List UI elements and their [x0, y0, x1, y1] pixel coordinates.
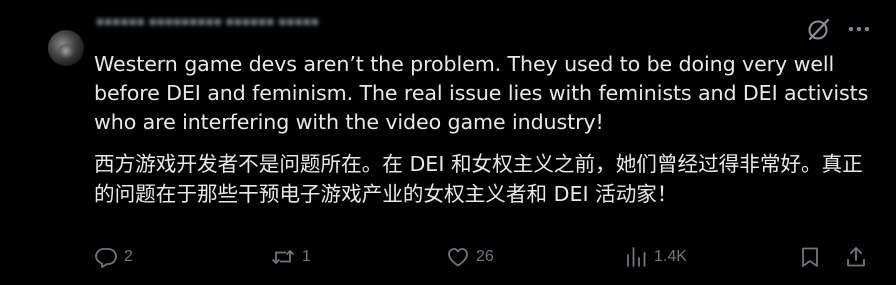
author-name-blurred[interactable]: ▪▪▪▪▪▪ ▪▪▪▪▪▪▪▪▪ ▪▪▪▪▪▪ ▪▪▪▪▪: [96, 14, 356, 30]
views-count: 1.4K: [654, 248, 687, 265]
like-icon: [446, 245, 470, 269]
bookmark-button[interactable]: [798, 243, 822, 271]
post[interactable]: ▪▪▪▪▪▪ ▪▪▪▪▪▪▪▪▪ ▪▪▪▪▪▪ ▪▪▪▪▪ Western ga…: [0, 0, 896, 285]
like-count: 26: [476, 248, 494, 265]
share-icon: [844, 245, 868, 269]
grok-icon[interactable]: [806, 16, 832, 42]
views-icon: [624, 245, 648, 269]
post-action-bar: 2 1 26 1.4K: [94, 243, 878, 271]
share-button[interactable]: [844, 243, 868, 271]
post-text-chinese: 西方游戏开发者不是问题所在。在 DEI 和女权主义之前，她们曾经过得非常好。真正…: [94, 152, 863, 206]
like-button[interactable]: 26: [446, 243, 494, 271]
reply-icon: [94, 245, 118, 269]
avatar[interactable]: [48, 30, 84, 66]
bookmark-icon: [798, 245, 822, 269]
repost-button[interactable]: 1: [270, 243, 311, 271]
post-text-english: Western game devs aren’t the problem. Th…: [94, 52, 869, 134]
repost-icon: [270, 245, 296, 269]
reply-button[interactable]: 2: [94, 243, 133, 271]
views-button[interactable]: 1.4K: [624, 243, 687, 271]
reply-count: 2: [124, 248, 133, 265]
more-icon[interactable]: [846, 16, 872, 42]
repost-count: 1: [302, 248, 311, 265]
post-top-actions: [806, 16, 872, 42]
